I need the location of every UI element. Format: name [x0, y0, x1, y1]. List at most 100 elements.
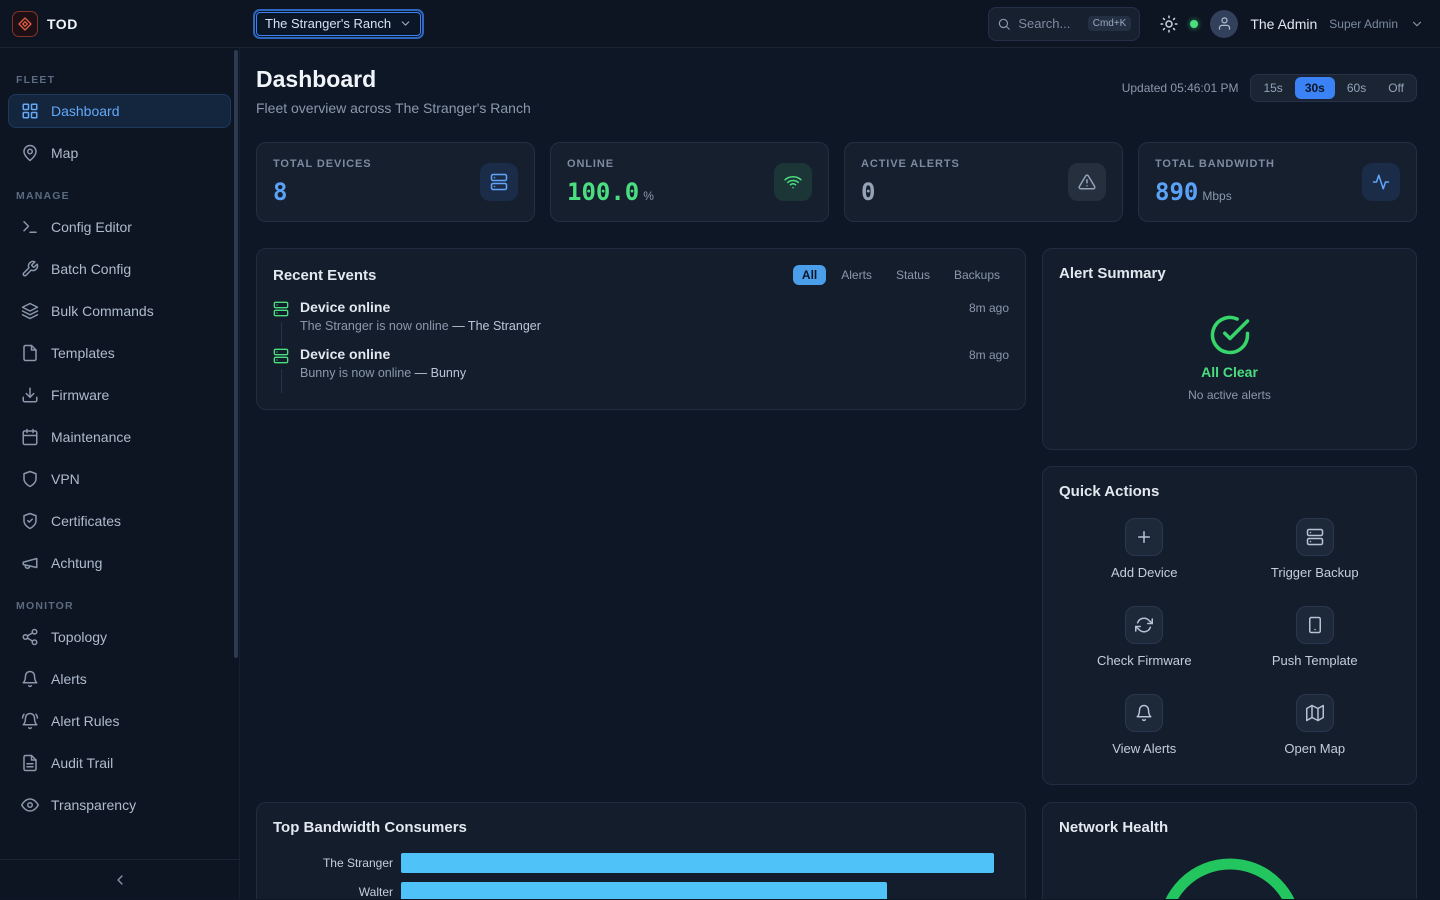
- filter-all[interactable]: All: [793, 265, 826, 285]
- org-select-value: The Stranger's Ranch: [265, 16, 391, 31]
- user-menu-chevron-icon[interactable]: [1410, 17, 1424, 31]
- main-content: Dashboard Fleet overview across The Stra…: [240, 48, 1440, 899]
- stat-unit: %: [643, 189, 654, 203]
- megaphone-icon: [21, 554, 39, 572]
- bandwidth-title: Top Bandwidth Consumers: [273, 819, 467, 836]
- event-description: The Stranger is now online: [300, 319, 449, 333]
- shield-icon: [21, 470, 39, 488]
- stat-online: ONLINE 100.0%: [550, 142, 829, 222]
- tablet-icon: [1306, 616, 1324, 634]
- sidebar-item-bulk-commands[interactable]: Bulk Commands: [8, 294, 231, 328]
- event-device: — Bunny: [415, 366, 466, 380]
- search-input[interactable]: Search... Cmd+K: [988, 7, 1140, 41]
- file-text-icon: [21, 754, 39, 772]
- wrench-icon: [21, 260, 39, 278]
- stat-total-devices: TOTAL DEVICES 8: [256, 142, 535, 222]
- refresh-30s-button[interactable]: 30s: [1295, 77, 1335, 99]
- brand: TOD: [0, 11, 240, 37]
- quick-action-trigger-backup[interactable]: Trigger Backup: [1230, 518, 1401, 580]
- search-icon: [997, 17, 1011, 31]
- stat-cards: TOTAL DEVICES 8 ONLINE 100.0% ACTIVE ALE…: [256, 142, 1417, 222]
- network-health-card: Network Health 100: [1042, 802, 1417, 899]
- search-shortcut-badge: Cmd+K: [1088, 16, 1132, 31]
- theme-toggle-sun-icon[interactable]: [1160, 15, 1178, 33]
- stat-value: 8: [273, 178, 287, 206]
- sidebar-item-vpn[interactable]: VPN: [8, 462, 231, 496]
- sidebar-item-label: Topology: [51, 629, 107, 645]
- refresh-icon: [1135, 616, 1153, 634]
- org-select[interactable]: The Stranger's Ranch: [256, 12, 421, 36]
- sidebar-item-achtung[interactable]: Achtung: [8, 546, 231, 580]
- sidebar-item-templates[interactable]: Templates: [8, 336, 231, 370]
- sidebar-item-label: Audit Trail: [51, 755, 113, 771]
- dashboard-grid-icon: [21, 102, 39, 120]
- bandwidth-card: Top Bandwidth Consumers The Stranger Wal…: [256, 802, 1026, 899]
- sidebar: FLEET Dashboard Map MANAGE Config Editor…: [0, 48, 240, 899]
- sidebar-item-map[interactable]: Map: [8, 136, 231, 170]
- quick-action-view-alerts[interactable]: View Alerts: [1059, 694, 1230, 756]
- quick-action-open-map[interactable]: Open Map: [1230, 694, 1401, 756]
- filter-status[interactable]: Status: [887, 265, 939, 285]
- calendar-icon: [21, 428, 39, 446]
- layers-icon: [21, 302, 39, 320]
- sidebar-item-label: Transparency: [51, 797, 136, 813]
- alert-triangle-icon: [1078, 173, 1096, 191]
- download-icon: [21, 386, 39, 404]
- event-time: 8m ago: [969, 348, 1009, 362]
- bar-label: The Stranger: [273, 856, 401, 870]
- sidebar-item-topology[interactable]: Topology: [8, 620, 231, 654]
- quick-action-check-firmware[interactable]: Check Firmware: [1059, 606, 1230, 668]
- sidebar-item-label: Templates: [51, 345, 115, 361]
- sidebar-collapse-button[interactable]: [0, 859, 239, 899]
- sidebar-item-dashboard[interactable]: Dashboard: [8, 94, 231, 128]
- avatar[interactable]: [1210, 10, 1238, 38]
- section-label-fleet: FLEET: [0, 62, 239, 94]
- bar-row: The Stranger: [273, 853, 1009, 873]
- sidebar-item-label: Maintenance: [51, 429, 131, 445]
- refresh-15s-button[interactable]: 15s: [1253, 77, 1292, 99]
- sidebar-item-label: Alert Rules: [51, 713, 119, 729]
- sidebar-item-config-editor[interactable]: Config Editor: [8, 210, 231, 244]
- connection-status-dot: [1190, 20, 1198, 28]
- bell-icon: [1135, 704, 1153, 722]
- bar-label: Walter: [273, 885, 401, 899]
- filter-alerts[interactable]: Alerts: [832, 265, 881, 285]
- quick-action-push-template[interactable]: Push Template: [1230, 606, 1401, 668]
- sidebar-item-alert-rules[interactable]: Alert Rules: [8, 704, 231, 738]
- server-icon: [490, 173, 508, 191]
- refresh-off-button[interactable]: Off: [1378, 77, 1414, 99]
- sidebar-item-maintenance[interactable]: Maintenance: [8, 420, 231, 454]
- sidebar-item-label: Certificates: [51, 513, 121, 529]
- plus-icon: [1135, 528, 1153, 546]
- stat-value: 0: [861, 178, 875, 206]
- network-icon: [21, 628, 39, 646]
- network-health-title: Network Health: [1059, 819, 1168, 836]
- map-pin-icon: [21, 144, 39, 162]
- filter-backups[interactable]: Backups: [945, 265, 1009, 285]
- quick-action-add-device[interactable]: Add Device: [1059, 518, 1230, 580]
- sidebar-item-label: Firmware: [51, 387, 109, 403]
- file-icon: [21, 344, 39, 362]
- quick-action-label: Open Map: [1284, 741, 1345, 756]
- sidebar-item-audit-trail[interactable]: Audit Trail: [8, 746, 231, 780]
- sidebar-scrollbar[interactable]: [234, 50, 238, 658]
- sidebar-item-certificates[interactable]: Certificates: [8, 504, 231, 538]
- sidebar-item-label: Config Editor: [51, 219, 132, 235]
- stat-unit: Mbps: [1202, 189, 1231, 203]
- sidebar-item-transparency[interactable]: Transparency: [8, 788, 231, 822]
- sidebar-item-firmware[interactable]: Firmware: [8, 378, 231, 412]
- recent-events-card: Recent Events All Alerts Status Backups: [256, 248, 1026, 410]
- alert-status-text: All Clear: [1201, 364, 1258, 380]
- stat-label: ONLINE: [567, 158, 654, 170]
- health-gauge: 100: [1150, 850, 1310, 899]
- timeline-line: [281, 322, 282, 346]
- sidebar-item-alerts[interactable]: Alerts: [8, 662, 231, 696]
- refresh-60s-button[interactable]: 60s: [1337, 77, 1376, 99]
- sidebar-item-label: Achtung: [51, 555, 102, 571]
- event-row: Device online 8m ago Bunny is now online…: [273, 346, 1009, 393]
- sidebar-nav: FLEET Dashboard Map MANAGE Config Editor…: [0, 48, 239, 859]
- sidebar-item-batch-config[interactable]: Batch Config: [8, 252, 231, 286]
- event-row: Device online 8m ago The Stranger is now…: [273, 299, 1009, 346]
- stat-total-bandwidth: TOTAL BANDWIDTH 890Mbps: [1138, 142, 1417, 222]
- event-title: Device online: [300, 299, 390, 315]
